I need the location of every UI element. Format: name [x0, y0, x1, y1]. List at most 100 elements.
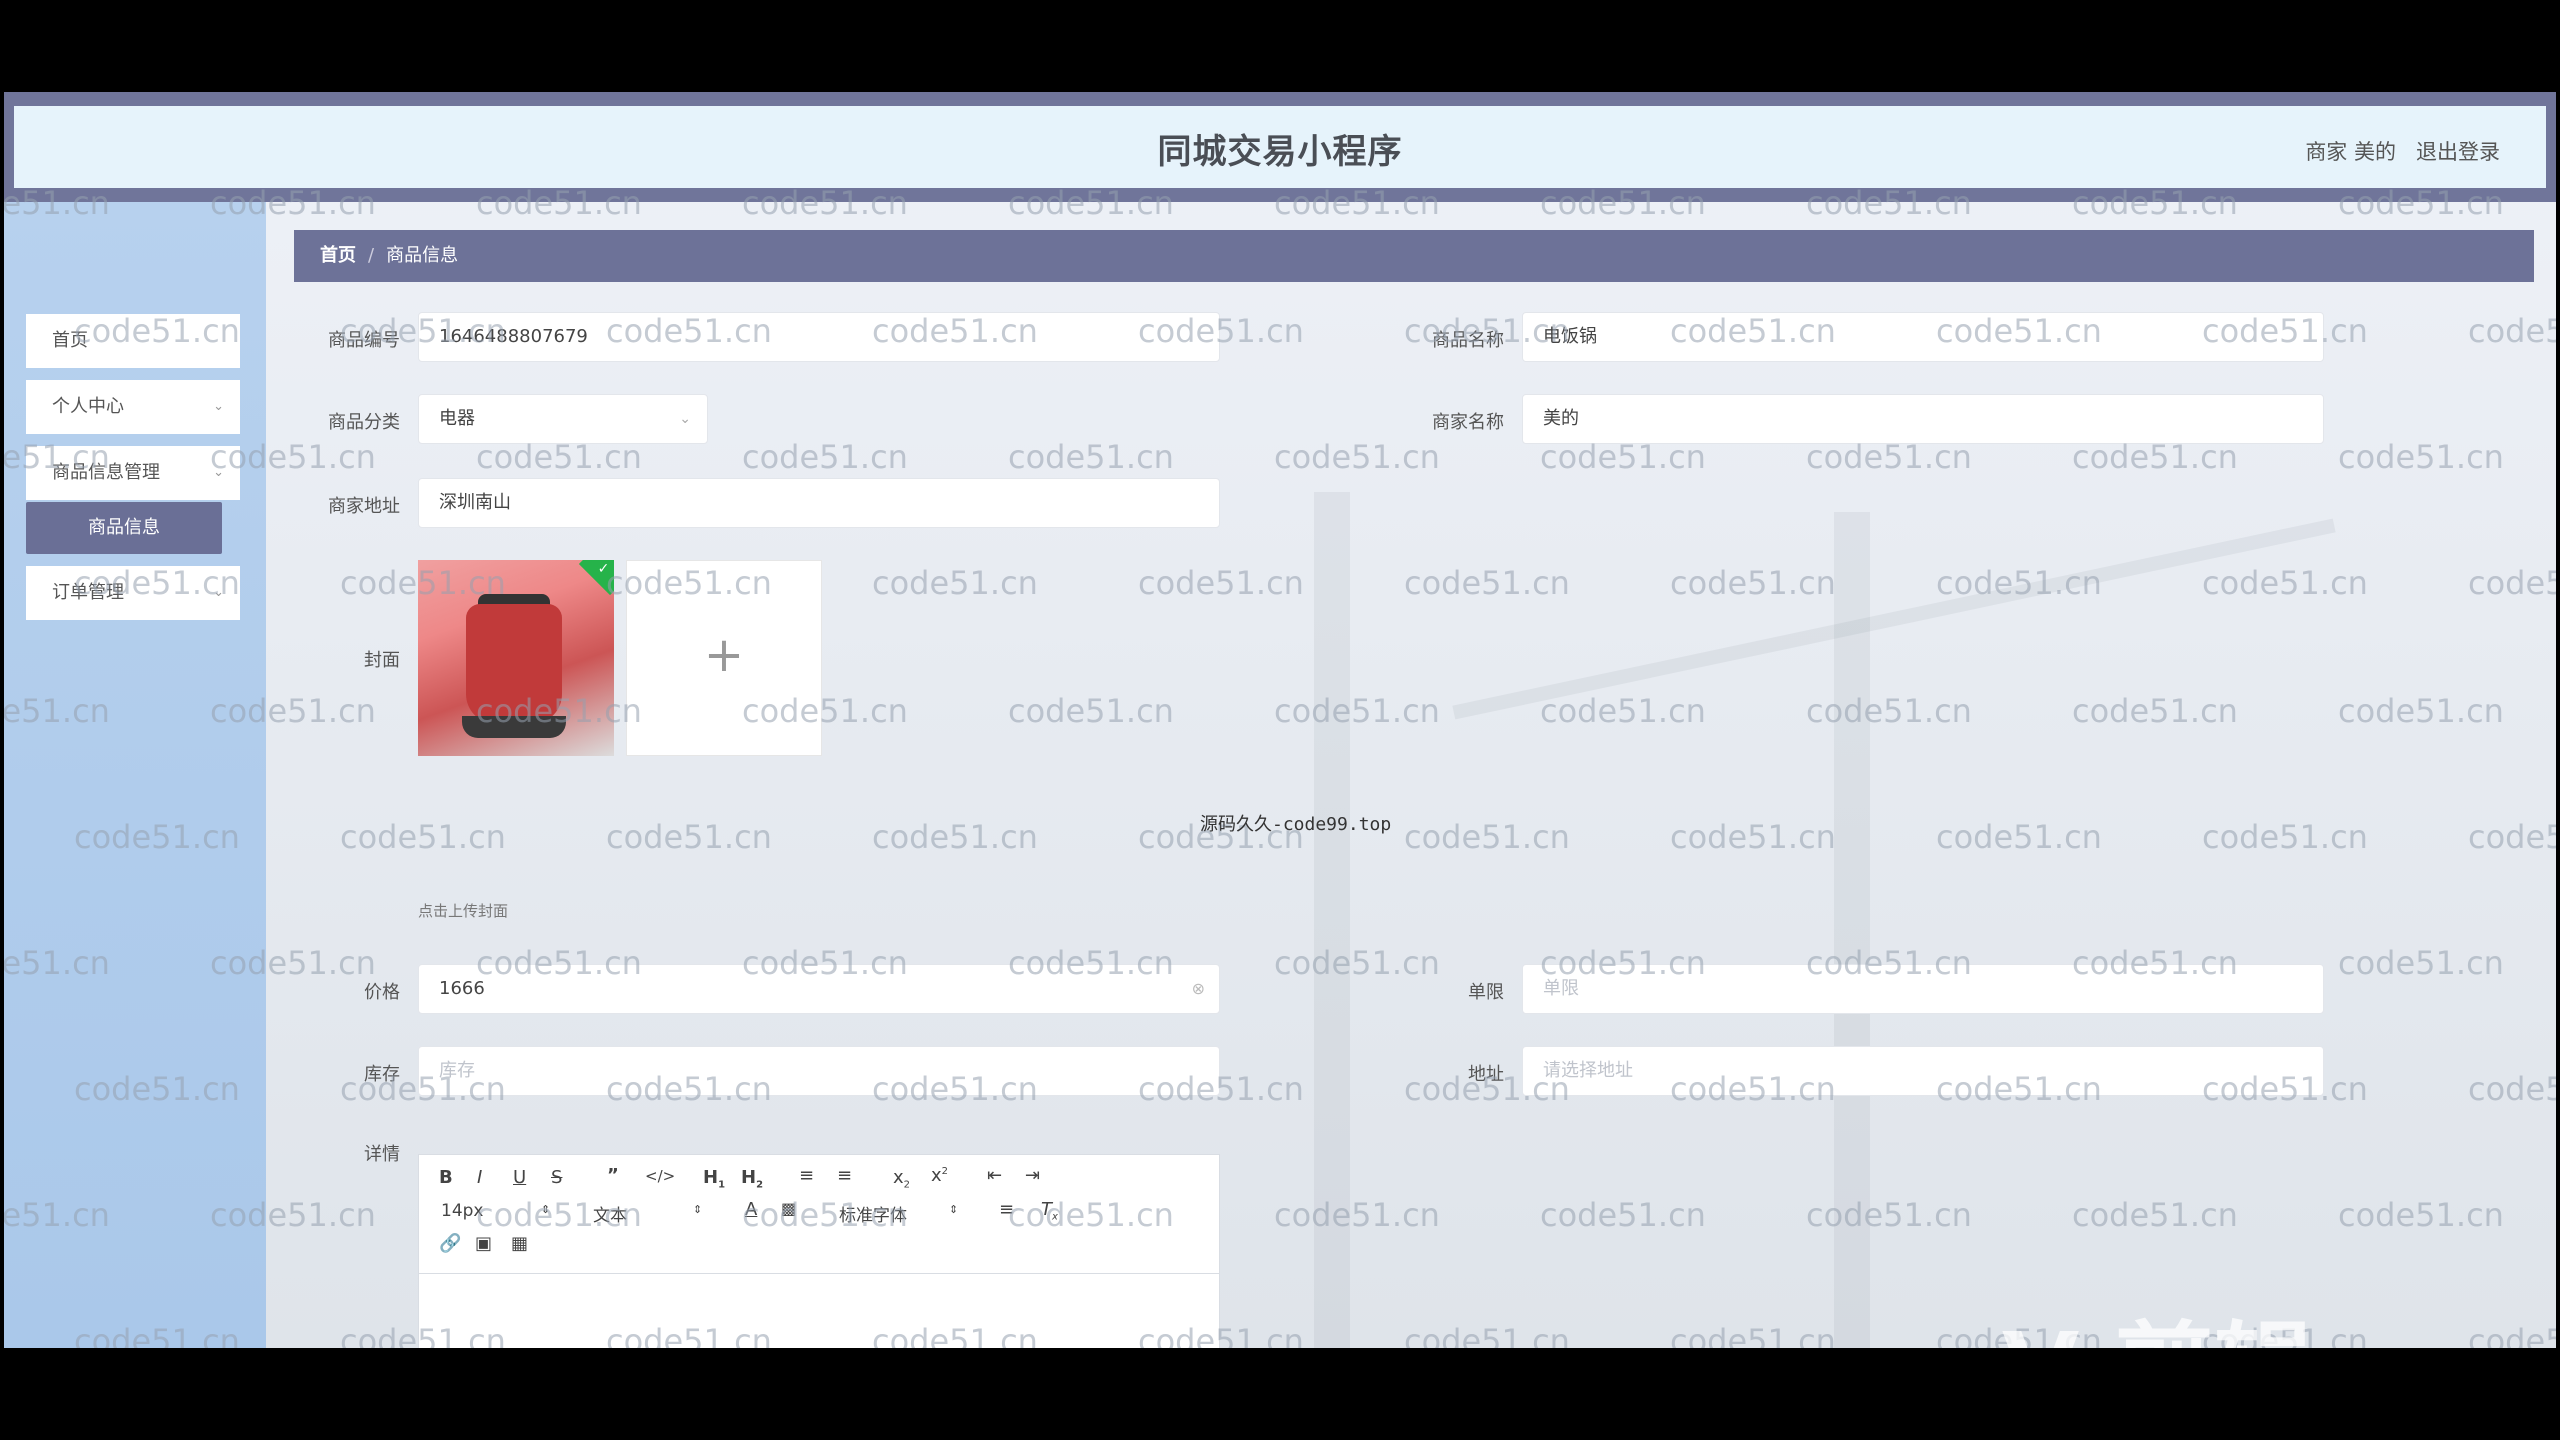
- limit-input[interactable]: 单限: [1522, 964, 2324, 1014]
- price-input[interactable]: 1666 ⊗: [418, 964, 1220, 1014]
- quote-icon[interactable]: ”: [607, 1165, 619, 1186]
- rice-cooker-body: [466, 604, 562, 724]
- header-bar: 同城交易小程序 商家 美的 退出登录: [4, 92, 2556, 202]
- background-color-icon[interactable]: ▩: [781, 1199, 796, 1218]
- upload-success-badge: ✓: [578, 560, 614, 596]
- logout-link[interactable]: 退出登录: [2416, 136, 2500, 166]
- merchant-name-input[interactable]: 美的: [1522, 394, 2324, 444]
- underline-icon[interactable]: U: [513, 1167, 526, 1188]
- bullet-list-icon[interactable]: ≡: [837, 1165, 852, 1186]
- current-user: 商家 美的: [2305, 140, 2396, 164]
- strike-icon[interactable]: S: [551, 1167, 562, 1188]
- sidebar: 首页 个人中心 ⌄ 商品信息管理 ⌄ 商品信息 订单管理 ⌄: [4, 202, 266, 1348]
- bold-icon[interactable]: B: [439, 1167, 453, 1188]
- chevron-down-icon: ⌄: [213, 399, 224, 414]
- stock-label: 库存: [364, 1064, 400, 1085]
- font-family-select[interactable]: 标准字体 ⇕: [839, 1201, 958, 1226]
- chevron-down-icon: ⌄: [679, 411, 691, 427]
- watermark-text: code51.cn: [1274, 692, 1440, 730]
- watermark-text: code51.cn: [1404, 564, 1570, 602]
- subscript-icon[interactable]: x2: [893, 1167, 910, 1191]
- price-label: 价格: [364, 982, 400, 1003]
- watermark-text: code51.cn: [1274, 438, 1440, 476]
- watermark-text: code51.cn: [1806, 1196, 1972, 1234]
- sidebar-item-personal-center[interactable]: 个人中心 ⌄: [26, 380, 240, 434]
- clear-format-icon[interactable]: Tx: [1041, 1199, 1058, 1223]
- watermark-text: code51.cn: [2468, 1070, 2556, 1108]
- check-icon: ✓: [597, 560, 610, 577]
- product-name-input[interactable]: 电饭锅: [1522, 312, 2324, 362]
- address-input[interactable]: 请选择地址: [1522, 1046, 2324, 1096]
- sidebar-subitem-product-info[interactable]: 商品信息: [26, 502, 222, 554]
- sidebar-item-home[interactable]: 首页: [26, 314, 240, 368]
- watermark-text: code51.cn: [2468, 564, 2556, 602]
- sidebar-item-order-management[interactable]: 订单管理 ⌄: [26, 566, 240, 620]
- image-icon[interactable]: ▣: [475, 1233, 492, 1254]
- merchant-name-label: 商家名称: [1432, 412, 1504, 433]
- watermark-text: code51.cn: [742, 438, 908, 476]
- merchant-address-label: 商家地址: [328, 496, 400, 517]
- upload-hint: 点击上传封面: [418, 902, 509, 920]
- watermark-text: code51.cn: [2202, 818, 2368, 856]
- updown-icon: ⇕: [693, 1203, 703, 1216]
- align-icon[interactable]: ≡: [999, 1199, 1014, 1220]
- watermark-text: code51.cn: [2202, 564, 2368, 602]
- rice-cooker-base: [462, 716, 566, 738]
- italic-icon[interactable]: I: [477, 1167, 482, 1188]
- limit-label: 单限: [1468, 982, 1504, 1003]
- indent-icon[interactable]: ⇥: [1025, 1165, 1040, 1186]
- category-label: 商品分类: [328, 412, 400, 433]
- sidebar-item-label: 首页: [52, 330, 88, 351]
- text-style-value: 文本: [593, 1206, 627, 1226]
- upload-cover-button[interactable]: +: [626, 560, 822, 756]
- clear-icon[interactable]: ⊗: [1192, 965, 1205, 1013]
- breadcrumb-current: 商品信息: [386, 245, 459, 266]
- watermark-text: code51.cn: [1670, 564, 1836, 602]
- ordered-list-icon[interactable]: ≡: [799, 1165, 814, 1186]
- watermark-text: code51.cn: [2468, 1322, 2556, 1348]
- updown-icon: ⇕: [949, 1203, 959, 1216]
- cover-label: 封面: [364, 650, 400, 671]
- font-size-select[interactable]: 14px ⇕: [441, 1201, 550, 1221]
- bg-shape: [1452, 518, 2336, 720]
- watermark-text: code51.cn: [2338, 944, 2504, 982]
- breadcrumb-home[interactable]: 首页: [320, 245, 356, 266]
- watermark-text: code51.cn: [872, 818, 1038, 856]
- watermark-text: code51.cn: [1806, 692, 1972, 730]
- watermark-text: code51.cn: [606, 818, 772, 856]
- video-icon[interactable]: ▦: [511, 1233, 528, 1254]
- header-inner: 同城交易小程序 商家 美的 退出登录: [14, 106, 2546, 188]
- link-icon[interactable]: 🔗: [439, 1233, 461, 1254]
- breadcrumb-separator: /: [368, 245, 375, 266]
- watermark-text: code51.cn: [872, 564, 1038, 602]
- merchant-address-input[interactable]: 深圳南山: [418, 478, 1220, 528]
- watermark-text: code51.cn: [1274, 944, 1440, 982]
- superscript-icon[interactable]: x2: [931, 1165, 948, 1186]
- product-no-input[interactable]: 1646488807679: [418, 312, 1220, 362]
- text-style-select[interactable]: 文本 ⇕: [593, 1201, 702, 1226]
- cover-image[interactable]: ✓: [418, 560, 614, 756]
- detail-label: 详情: [364, 1144, 400, 1165]
- watermark-text: code51.cn: [1008, 692, 1174, 730]
- heading2-icon[interactable]: H2: [741, 1167, 763, 1191]
- watermark-text: code51.cn: [1138, 564, 1304, 602]
- code-icon[interactable]: </>: [645, 1167, 675, 1185]
- category-select[interactable]: 电器 ⌄: [418, 394, 708, 444]
- outdent-icon[interactable]: ⇤: [987, 1165, 1002, 1186]
- sidebar-item-label: 个人中心: [52, 396, 124, 417]
- app-title: 同城交易小程序: [1157, 132, 1403, 172]
- font-color-icon[interactable]: A: [745, 1199, 757, 1220]
- watermark-text: code51.cn: [2072, 1196, 2238, 1234]
- sidebar-item-product-management[interactable]: 商品信息管理 ⌄: [26, 446, 240, 500]
- heading1-icon[interactable]: H1: [703, 1167, 725, 1191]
- watermark-text: code51.cn: [2338, 692, 2504, 730]
- chevron-down-icon: ⌄: [213, 585, 224, 600]
- product-no-label: 商品编号: [328, 330, 400, 351]
- sidebar-item-label: 商品信息管理: [52, 462, 160, 483]
- watermark-text: code51.cn: [2072, 692, 2238, 730]
- updown-icon: ⇕: [541, 1203, 551, 1216]
- watermark-text: code51.cn: [2338, 1196, 2504, 1234]
- sidebar-item-label: 订单管理: [52, 582, 124, 603]
- breadcrumb: 首页 / 商品信息: [294, 230, 2534, 282]
- stock-input[interactable]: 库存: [418, 1046, 1220, 1096]
